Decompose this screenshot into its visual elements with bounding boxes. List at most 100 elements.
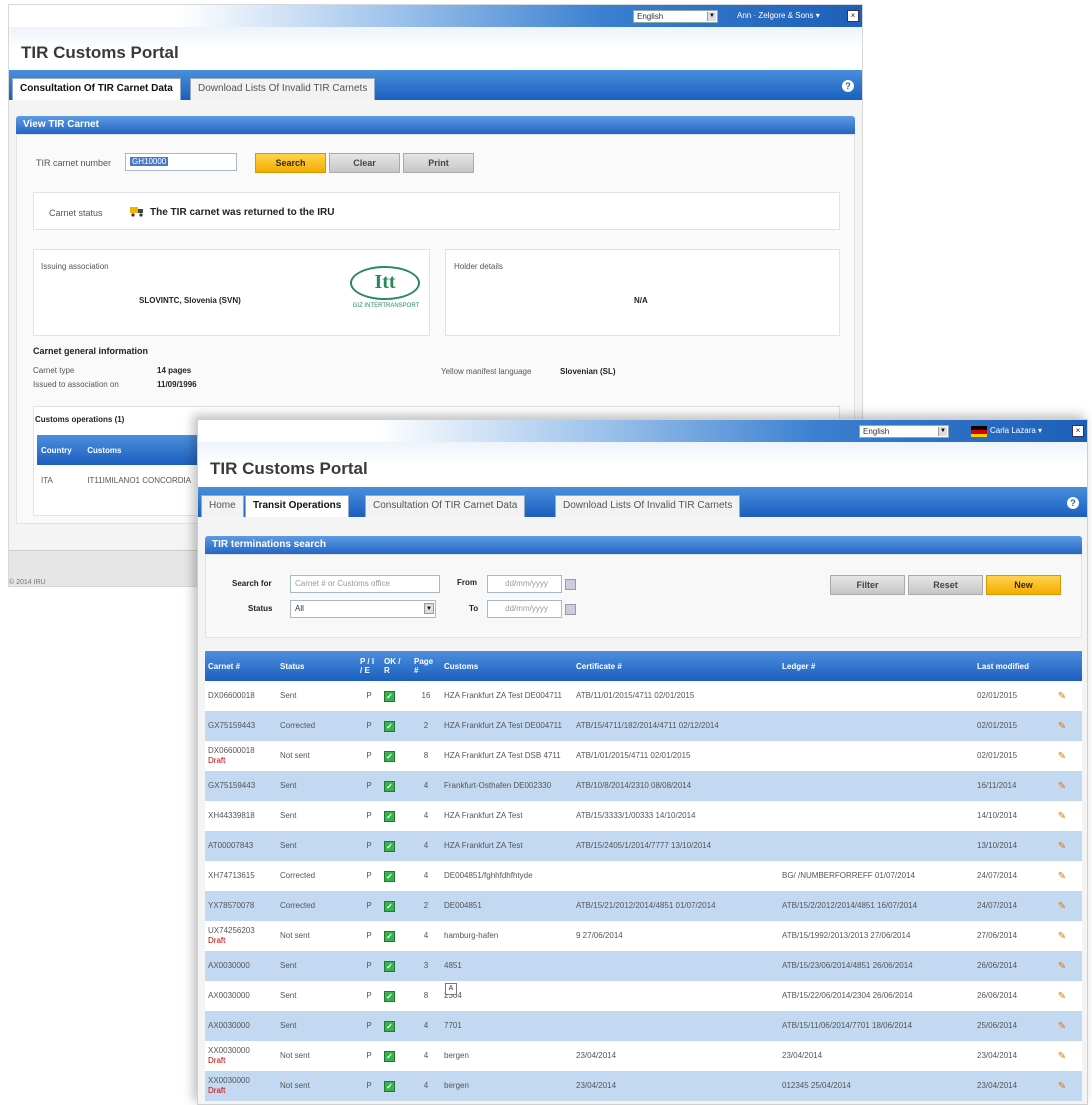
carnet-number[interactable]: GX75159443 xyxy=(208,721,255,730)
table-row[interactable]: AT00007843 Sent P ✓ 4 HZA Frankfurt ZA Test AT… xyxy=(205,831,1082,861)
tab-download-invalid[interactable]: Download Lists Of Invalid TIR Carnets xyxy=(190,78,376,100)
carnet-number[interactable]: GX75159443 xyxy=(208,781,255,790)
cell-customs: HZA Frankfurt ZA Test xyxy=(441,831,573,861)
cell-page: 4 xyxy=(411,1011,441,1041)
table-row[interactable]: DX06600018 Draft Not sent P ✓ 8 HZA Frankfurt … xyxy=(205,741,1082,771)
edit-pencil-icon[interactable]: ✎ xyxy=(1057,961,1068,972)
table-row[interactable]: DX06600018 Sent P ✓ 16 HZA Frankfurt ZA Test … xyxy=(205,681,1082,711)
col-certificate[interactable]: Certificate # xyxy=(573,651,779,681)
cell-status: Sent xyxy=(277,831,357,861)
tab-consultation[interactable]: Consultation Of TIR Carnet Data xyxy=(12,78,181,101)
language-select-b[interactable]: English ▼ xyxy=(859,425,949,438)
logout-icon[interactable]: × xyxy=(847,10,859,22)
edit-pencil-icon[interactable]: ✎ xyxy=(1057,1021,1068,1032)
carnet-number[interactable]: YX78570078 xyxy=(208,901,254,910)
status-select[interactable]: All ▼ xyxy=(290,600,436,618)
table-row[interactable]: XH74713615 Corrected P ✓ 4 DE004851/fghhfdhfh… xyxy=(205,861,1082,891)
ok-check-icon: ✓ xyxy=(384,930,395,942)
to-date-input[interactable]: dd/mm/yyyy xyxy=(487,600,562,618)
tab-download-invalid[interactable]: Download Lists Of Invalid TIR Carnets xyxy=(555,495,741,517)
carnet-number[interactable]: XH74713615 xyxy=(208,871,255,880)
issued-label: Issued to association on xyxy=(33,380,119,389)
search-button[interactable]: Search xyxy=(255,153,326,173)
ok-check-icon: ✓ xyxy=(384,960,395,972)
cell-ok: ✓ xyxy=(381,1071,411,1101)
edit-pencil-icon[interactable]: ✎ xyxy=(1057,811,1068,822)
table-row[interactable]: ITA IT11IMILANO1 CONCORDIA xyxy=(37,465,217,495)
edit-pencil-icon[interactable]: ✎ xyxy=(1057,781,1068,792)
edit-pencil-icon[interactable]: ✎ xyxy=(1057,931,1068,942)
carnet-number[interactable]: XX0030000 xyxy=(208,1076,250,1085)
carnet-number[interactable]: XH44339818 xyxy=(208,811,255,820)
col-pie[interactable]: P / I / E xyxy=(357,651,381,681)
language-select[interactable]: English ▼ xyxy=(633,10,718,23)
col-last-modified[interactable]: Last modified xyxy=(974,651,1042,681)
table-row[interactable]: AX0030000 Sent P ✓ 4 7701 ATB/15/11/06/2014/77… xyxy=(205,1011,1082,1041)
carnet-number-input[interactable]: GH10000 xyxy=(125,153,237,171)
edit-pencil-icon[interactable]: ✎ xyxy=(1057,841,1068,852)
filter-button[interactable]: Filter xyxy=(830,575,905,595)
table-row[interactable]: YX78570078 Corrected P ✓ 2 DE004851 ATB/15/21/… xyxy=(205,891,1082,921)
user-menu-b[interactable]: Carla Lazara ▾ xyxy=(990,425,1042,437)
cell-pie: P xyxy=(357,681,381,711)
edit-pencil-icon[interactable]: ✎ xyxy=(1057,901,1068,912)
col-ledger[interactable]: Ledger # xyxy=(779,651,974,681)
carnet-number[interactable]: AX0030000 xyxy=(208,1021,250,1030)
calendar-icon[interactable] xyxy=(565,604,576,615)
carnet-number[interactable]: AX0030000 xyxy=(208,991,250,1000)
help-icon[interactable]: ? xyxy=(842,80,854,92)
from-date-input[interactable]: dd/mm/yyyy xyxy=(487,575,562,593)
carnet-number[interactable]: DX06600018 xyxy=(208,691,255,700)
tab-home[interactable]: Home xyxy=(201,495,244,517)
user-menu[interactable]: Ann · Zelgore & Sons ▾ xyxy=(737,10,820,22)
col-status[interactable]: Status xyxy=(277,651,357,681)
edit-pencil-icon[interactable]: ✎ xyxy=(1057,751,1068,762)
col-ok-r[interactable]: OK / R xyxy=(381,651,411,681)
edit-pencil-icon[interactable]: ✎ xyxy=(1057,991,1068,1002)
edit-pencil-icon[interactable]: ✎ xyxy=(1057,871,1068,882)
logout-icon[interactable]: × xyxy=(1072,425,1084,437)
cell-edit: ✎ xyxy=(1042,1011,1082,1041)
reset-button[interactable]: Reset xyxy=(908,575,983,595)
edit-pencil-icon[interactable]: ✎ xyxy=(1057,1081,1068,1092)
edit-pencil-icon[interactable]: ✎ xyxy=(1057,721,1068,732)
edit-pencil-icon[interactable]: ✎ xyxy=(1057,1051,1068,1062)
cell-pie: P xyxy=(357,1041,381,1071)
cell-page: 2 xyxy=(411,711,441,741)
help-icon[interactable]: ? xyxy=(1067,497,1079,509)
calendar-icon[interactable] xyxy=(565,579,576,590)
table-row[interactable]: XH44339818 Sent P ✓ 4 HZA Frankfurt ZA Test AT… xyxy=(205,801,1082,831)
cell-ok: ✓ xyxy=(381,951,411,981)
col-carnet[interactable]: Carnet # xyxy=(205,651,277,681)
carnet-number[interactable]: UX74256203 xyxy=(208,926,255,935)
table-row[interactable]: GX75159443 Corrected P ✓ 2 HZA Frankfurt ZA T… xyxy=(205,711,1082,741)
cell-carnet: DX06600018 xyxy=(205,681,277,711)
tab-transit-operations[interactable]: Transit Operations xyxy=(245,495,350,518)
cell-last-modified: 26/06/2014 xyxy=(974,981,1042,1011)
table-row[interactable]: XX0030000 Draft Not sent P ✓ 4 bergen 23/04/201… xyxy=(205,1071,1082,1101)
col-page[interactable]: Page # xyxy=(411,651,441,681)
carnet-number[interactable]: XX0030000 xyxy=(208,1046,250,1055)
carnet-number[interactable]: DX06600018 xyxy=(208,746,255,755)
search-input[interactable]: Carnet # or Customs office xyxy=(290,575,440,593)
table-row[interactable]: AX0030000 Sent P ✓ 3 4851 ATB/15/23/06/2014/48… xyxy=(205,951,1082,981)
carnet-number[interactable]: AT00007843 xyxy=(208,841,253,850)
clear-button[interactable]: Clear xyxy=(329,153,400,173)
cell-ledger: BG/ /NUMBERFORREFF 01/07/2014 xyxy=(779,861,974,891)
search-panel: Search for Carnet # or Customs office St… xyxy=(205,554,1082,638)
truck-icon xyxy=(130,205,144,217)
carnet-number[interactable]: AX0030000 xyxy=(208,961,250,970)
edit-pencil-icon[interactable]: ✎ xyxy=(1057,691,1068,702)
col-customs[interactable]: Customs xyxy=(441,651,573,681)
cell-certificate: ATB/10/8/2014/2310 08/08/2014 xyxy=(573,771,779,801)
tab-consultation[interactable]: Consultation Of TIR Carnet Data xyxy=(365,495,526,517)
table-row[interactable]: XX0030000 Draft Not sent P ✓ 4 bergen 23/04/201… xyxy=(205,1041,1082,1071)
table-row[interactable]: UX74256203 Draft Not sent P ✓ 4 hamburg-hafen 9… xyxy=(205,921,1082,951)
new-button[interactable]: New xyxy=(986,575,1061,595)
table-row[interactable]: AX0030000 Sent P ✓ 8 2304 ATB/15/22/06/2014/23… xyxy=(205,981,1082,1011)
cell-edit: ✎ xyxy=(1042,891,1082,921)
carnet-number-label: TIR carnet number xyxy=(36,158,112,168)
print-button[interactable]: Print xyxy=(403,153,474,173)
table-row[interactable]: GX75159443 Sent P ✓ 4 Frankfurt-Osthafen DE00… xyxy=(205,771,1082,801)
holder-value: N/A xyxy=(634,296,648,305)
